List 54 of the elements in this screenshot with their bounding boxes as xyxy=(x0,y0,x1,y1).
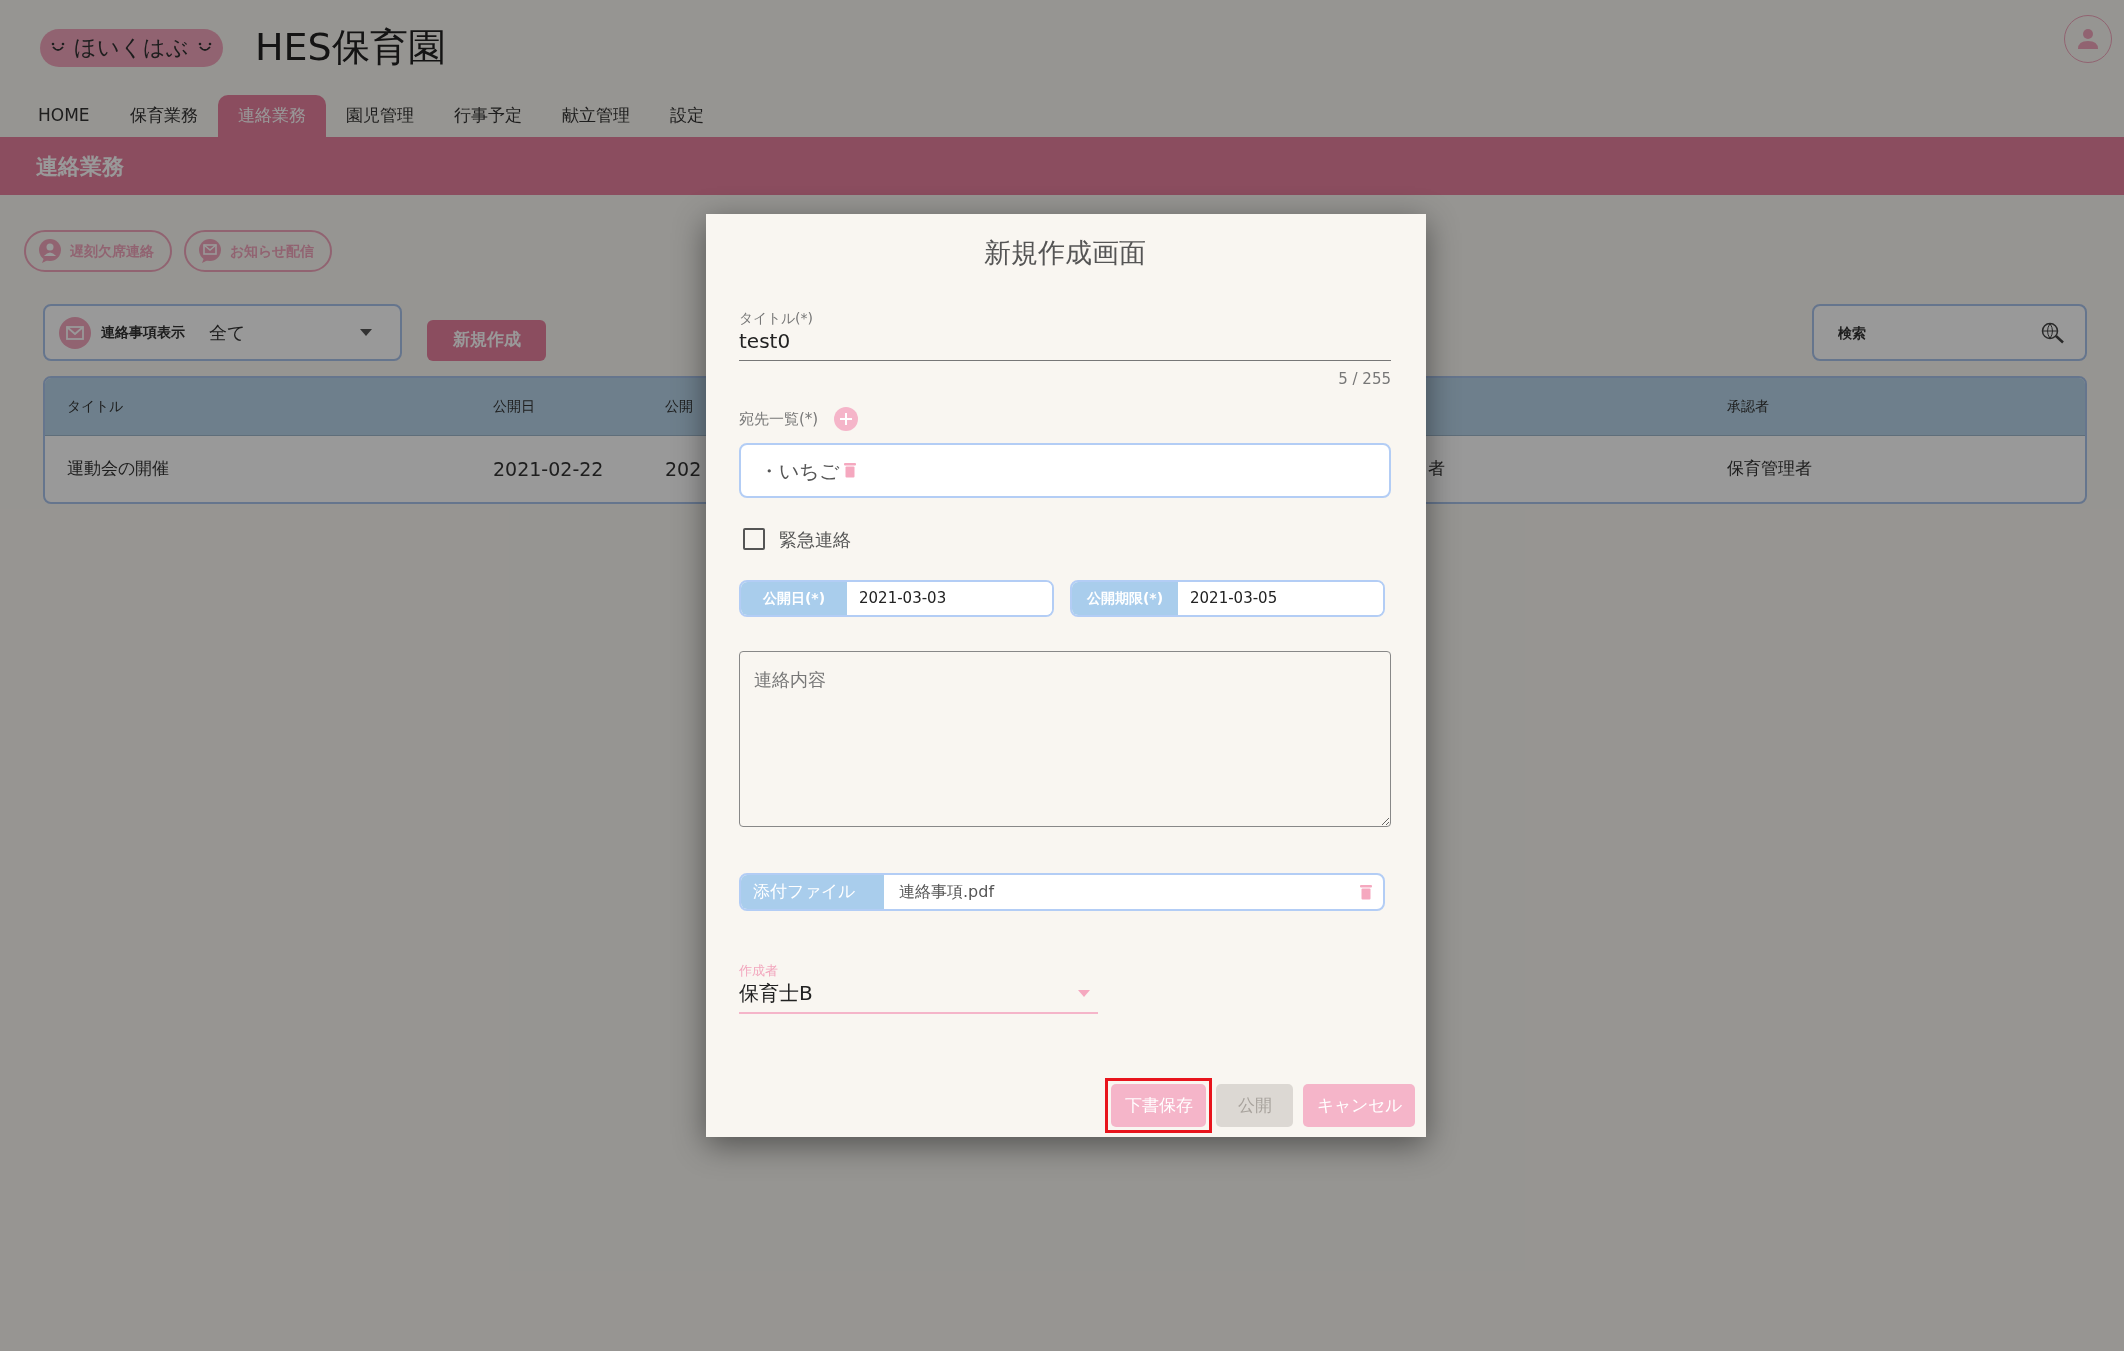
table-cell: 保育管理者 xyxy=(1727,458,1812,479)
nav-tab[interactable]: 園児管理 xyxy=(325,95,434,137)
column-header: タイトル xyxy=(67,398,123,414)
char-counter: 5 / 255 xyxy=(1337,369,1391,389)
smile-icon xyxy=(50,41,66,54)
checkbox[interactable] xyxy=(743,528,765,550)
filter-select[interactable]: 連絡事項表示 全て xyxy=(43,304,402,361)
field-label: 宛先一覧(*) xyxy=(739,408,819,430)
nav-tab[interactable]: HOME xyxy=(18,95,110,137)
title-input[interactable]: test0 xyxy=(739,328,1391,361)
date-field[interactable]: 公開期限(*) 2021-03-05 xyxy=(1070,580,1385,617)
search-field[interactable]: 検索 xyxy=(1812,304,2087,361)
plus-icon xyxy=(840,413,853,425)
smile-icon xyxy=(197,41,213,54)
table-cell: 運動会の開催 xyxy=(67,458,169,479)
author-select[interactable]: 保育士B xyxy=(739,979,1098,1014)
recipient-item: ・いちご xyxy=(759,457,839,485)
field-label: タイトル(*) xyxy=(739,309,814,328)
mail-icon xyxy=(59,316,91,349)
checkbox-label: 緊急連絡 xyxy=(779,527,851,552)
column-header: 承認者 xyxy=(1727,398,1769,414)
field-label: 作成者 xyxy=(739,963,779,979)
table-cell: 2021-02-22 xyxy=(493,457,604,480)
date-field[interactable]: 公開日(*) 2021-03-03 xyxy=(739,580,1054,617)
column-header: 公開日 xyxy=(493,398,535,414)
table-cell: 者 xyxy=(1428,458,1445,479)
nav-tab[interactable]: 行事予定 xyxy=(433,95,542,137)
logo-text: ほいくはぶ xyxy=(74,34,189,62)
trash-icon[interactable] xyxy=(1359,884,1373,901)
section-header: 連絡業務 xyxy=(0,137,2124,195)
attachment-field[interactable]: 添付ファイル 連絡事項.pdf xyxy=(739,873,1385,911)
nav-tab[interactable]: 設定 xyxy=(649,95,724,137)
mail-bubble-icon xyxy=(198,239,222,263)
date-label: 公開日(*) xyxy=(741,582,847,615)
person-bubble-icon xyxy=(38,239,62,263)
file-name: 連絡事項.pdf xyxy=(898,881,995,903)
trash-icon[interactable] xyxy=(843,462,857,479)
filter-value: 全て xyxy=(209,321,245,345)
content-textarea[interactable]: 連絡内容 xyxy=(739,651,1391,827)
date-label: 公開期限(*) xyxy=(1072,582,1178,615)
search-icon xyxy=(2041,321,2065,344)
column-header: 公開 xyxy=(665,398,693,414)
dialog-title: 新規作成画面 xyxy=(983,236,1147,270)
nav-tab[interactable]: 保育業務 xyxy=(109,95,218,137)
caret-icon xyxy=(360,329,372,336)
person-icon xyxy=(2077,28,2099,50)
table-cell: 202 xyxy=(665,457,702,480)
nav-tab[interactable]: 献立管理 xyxy=(541,95,650,137)
attachment-label: 添付ファイル xyxy=(741,875,884,909)
search-input[interactable]: 検索 xyxy=(1836,306,2041,359)
caret-icon xyxy=(1078,989,1090,997)
add-button[interactable] xyxy=(834,407,859,431)
filter-label: 連絡事項表示 xyxy=(101,323,185,342)
app-title: HES保育園 xyxy=(255,24,446,71)
